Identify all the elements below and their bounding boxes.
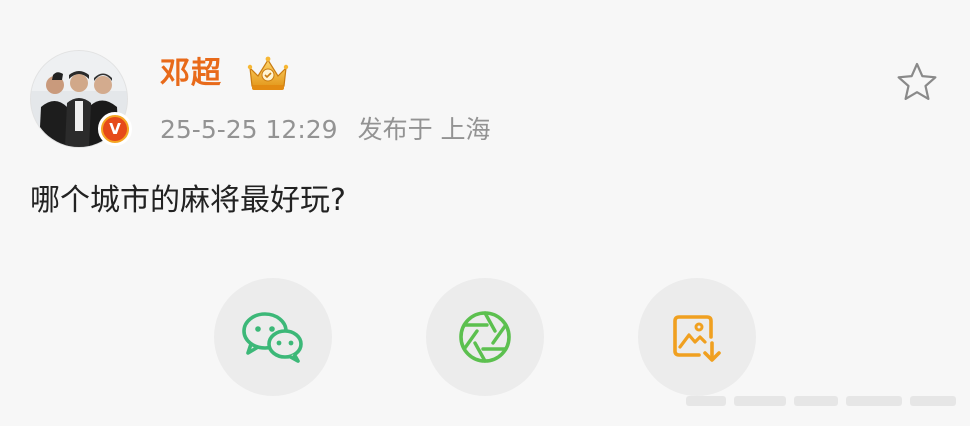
save-image-icon <box>673 315 721 362</box>
post-content: 哪个城市的麻将最好玩? <box>30 183 346 218</box>
wechat-icon <box>242 312 303 363</box>
post-time: 25-5-25 12:29 <box>160 115 338 144</box>
author-avatar[interactable]: V <box>30 50 132 148</box>
post-share-card: V 邓超 25-5-25 12:29 发布于 上海 哪个城市的麻将最好玩? <box>0 0 970 426</box>
watermark-pattern <box>686 396 956 406</box>
save-image-button[interactable] <box>638 278 756 396</box>
verified-badge: V <box>98 112 132 146</box>
moments-aperture-icon <box>459 311 511 363</box>
crown-badge-icon <box>247 56 289 90</box>
post-meta: 25-5-25 12:29 发布于 上海 <box>160 112 491 148</box>
share-wechat-button[interactable] <box>214 278 332 396</box>
verified-v-icon: V <box>103 117 127 141</box>
post-location: 发布于 上海 <box>357 115 491 144</box>
share-moments-button[interactable] <box>426 278 544 396</box>
star-icon[interactable] <box>895 60 939 104</box>
author-name[interactable]: 邓超 <box>160 54 222 94</box>
